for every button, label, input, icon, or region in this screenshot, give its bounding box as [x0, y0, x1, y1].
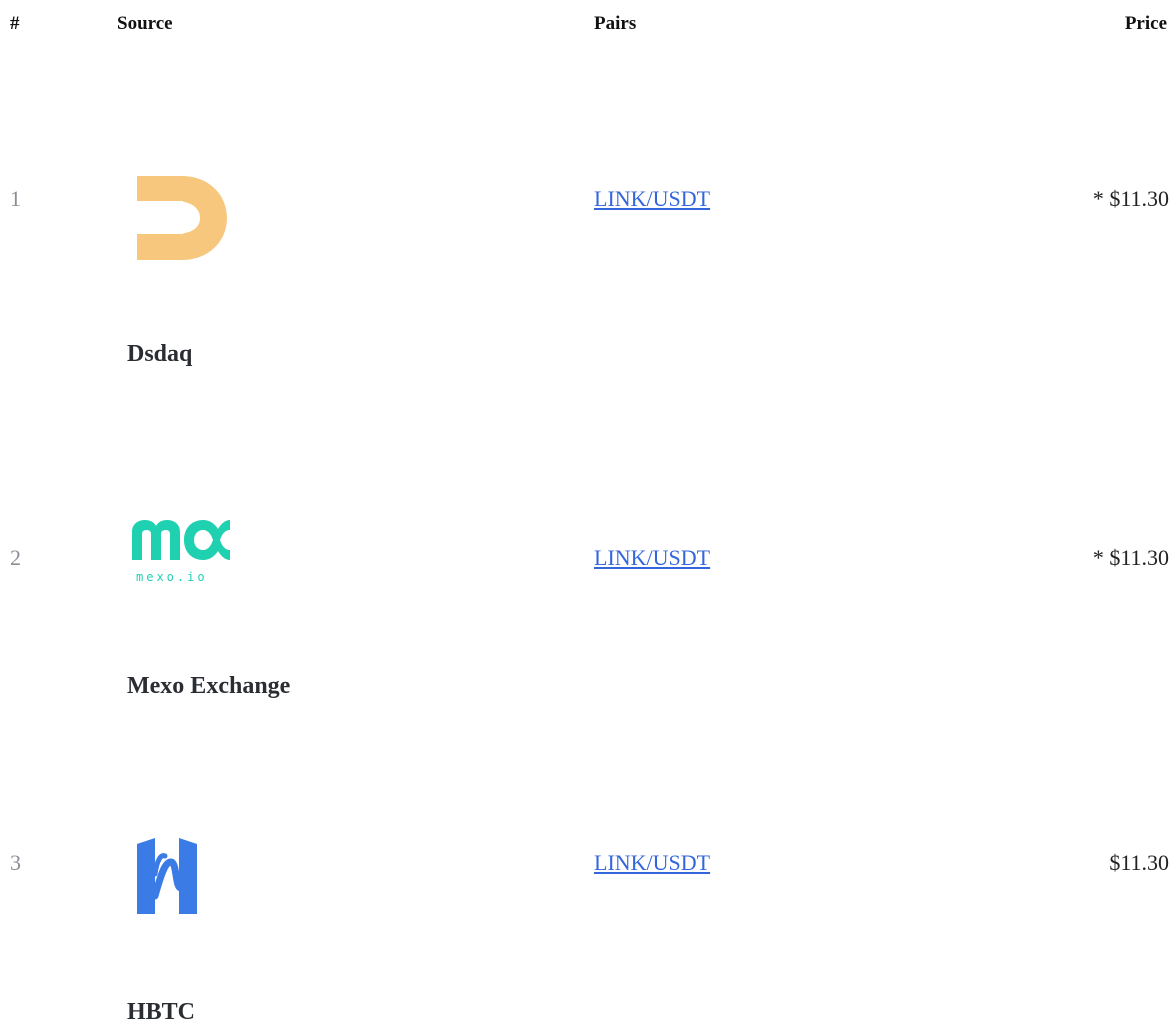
pair-link[interactable]: LINK/USDT [594, 545, 710, 571]
pair-link[interactable]: LINK/USDT [594, 186, 710, 212]
row-number: 3 [10, 850, 21, 875]
price-value: * $11.30 [1092, 186, 1169, 211]
header-source: Source [117, 13, 173, 34]
row-number: 1 [10, 186, 21, 211]
price-value: $11.30 [1109, 850, 1169, 875]
exchange-name: Mexo Exchange [127, 673, 291, 699]
price-value: * $11.30 [1092, 545, 1169, 570]
mexo-logo-text: mexo.io [136, 570, 208, 584]
hbtc-logo-icon [131, 834, 203, 918]
exchange-name: Dsdaq [127, 341, 193, 367]
header-price: Price [1124, 13, 1167, 34]
dsdaq-logo-icon [137, 176, 227, 260]
mexo-logo-icon: mexo.io [130, 518, 234, 584]
row-number: 2 [10, 545, 21, 570]
header-number: # [10, 13, 20, 34]
header-pairs: Pairs [594, 13, 637, 34]
pair-link[interactable]: LINK/USDT [594, 850, 710, 876]
exchange-name: HBTC [127, 999, 196, 1025]
